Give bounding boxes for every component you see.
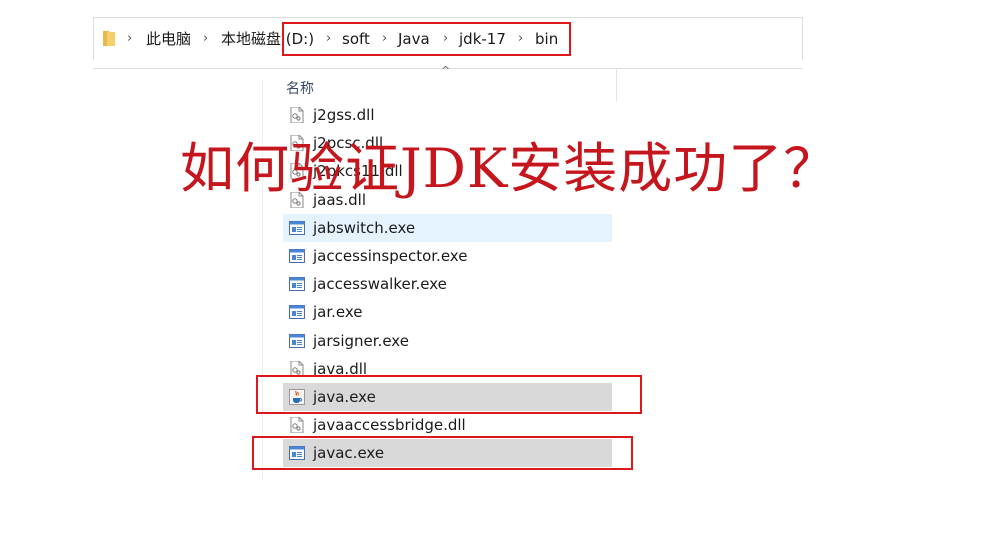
- dll-file-icon: [289, 106, 305, 124]
- exe-window-icon: [289, 276, 305, 292]
- chevron-right-icon: ›: [203, 31, 209, 46]
- file-row[interactable]: javaaccessbridge.dll: [283, 411, 612, 439]
- chevron-right-icon: ›: [127, 31, 133, 46]
- path-highlight-box: [282, 22, 571, 56]
- file-name: javaaccessbridge.dll: [313, 416, 466, 435]
- file-row[interactable]: jar.exe: [283, 298, 612, 326]
- file-name: jaccesswalker.exe: [313, 275, 447, 294]
- breadcrumb-item-this-pc[interactable]: 此电脑: [146, 30, 191, 48]
- sort-ascending-icon[interactable]: ^: [441, 64, 450, 77]
- java-exe-highlight-box: [256, 375, 642, 414]
- file-name: j2gss.dll: [313, 106, 375, 124]
- folder-icon: [103, 31, 115, 46]
- file-row[interactable]: jaccessinspector.exe: [283, 242, 612, 270]
- file-name: jaccessinspector.exe: [313, 247, 468, 265]
- file-row[interactable]: jarsigner.exe: [283, 327, 612, 355]
- column-divider[interactable]: [616, 68, 617, 102]
- javac-exe-highlight-box: [252, 436, 633, 470]
- file-row[interactable]: j2gss.dll: [283, 101, 612, 129]
- exe-window-icon: [289, 220, 305, 236]
- column-header-name[interactable]: 名称: [286, 78, 314, 98]
- overlay-title: 如何验证JDK安装成功了？: [180, 137, 839, 200]
- exe-window-icon: [289, 333, 305, 349]
- exe-window-icon: [289, 304, 305, 320]
- file-row[interactable]: jaccesswalker.exe: [283, 270, 612, 298]
- file-name: jar.exe: [313, 303, 363, 322]
- dll-file-icon: [289, 416, 305, 434]
- file-name: jarsigner.exe: [313, 331, 409, 350]
- file-name: jabswitch.exe: [313, 218, 416, 237]
- file-row[interactable]: jabswitch.exe: [283, 213, 612, 242]
- exe-window-icon: [289, 248, 305, 264]
